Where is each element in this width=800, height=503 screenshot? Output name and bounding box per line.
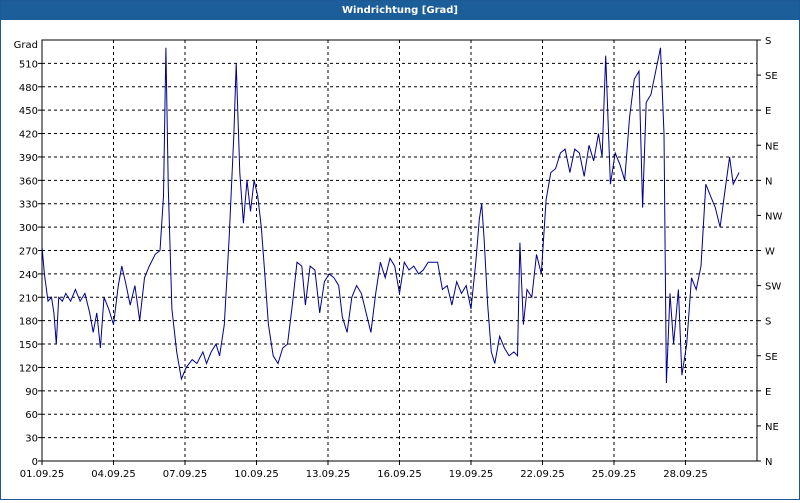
y-tick-label: 30 bbox=[25, 434, 38, 445]
y-tick-label: 300 bbox=[19, 223, 38, 234]
y-tick-label: 180 bbox=[19, 317, 38, 328]
x-tick-label: 19.09.25 bbox=[449, 469, 494, 480]
y-tick-label: 120 bbox=[19, 363, 38, 374]
y-tick-label: 240 bbox=[19, 270, 38, 281]
wind-direction-chart: 0 30 60 90 120 150 180 210 240 270 300 330 360 390 420… bbox=[14, 36, 783, 480]
y-tick-label: 150 bbox=[19, 340, 38, 351]
x-tick-label: 22.09.25 bbox=[520, 469, 565, 480]
x-tick-label: 28.09.25 bbox=[663, 469, 708, 480]
x-tick-label: 10.09.25 bbox=[234, 469, 279, 480]
y-tick-label: 480 bbox=[19, 83, 38, 94]
y-tick-label: 330 bbox=[19, 200, 38, 211]
x-tick-label: 01.09.25 bbox=[20, 469, 65, 480]
y-tick-label: 420 bbox=[19, 130, 38, 141]
right-axis-label: NE bbox=[765, 422, 779, 433]
right-axis-label: SE bbox=[765, 352, 778, 363]
y-tick-label: 90 bbox=[25, 387, 38, 398]
x-tick-label: 07.09.25 bbox=[163, 469, 208, 480]
right-axis-label: S bbox=[765, 36, 771, 47]
y-tick-label: 0 bbox=[32, 457, 38, 468]
y-tick-label: 450 bbox=[19, 106, 38, 117]
chart-title: Windrichtung [Grad] bbox=[1, 1, 799, 20]
right-axis-label: SE bbox=[765, 71, 778, 82]
right-axis-label: E bbox=[765, 106, 771, 117]
chart-window: Windrichtung [Grad] 0 30 60 90 120 150 180 210 2… bbox=[0, 0, 800, 500]
right-axis-label: E bbox=[765, 387, 771, 398]
right-axis-label: W bbox=[765, 247, 775, 258]
y-tick-label: 510 bbox=[19, 59, 38, 70]
x-tick-label: 16.09.25 bbox=[377, 469, 422, 480]
chart-area: 0 30 60 90 120 150 180 210 240 270 300 330 360 390 420… bbox=[1, 20, 799, 499]
y-axis-label: Grad bbox=[14, 40, 38, 51]
y-tick-label: 360 bbox=[19, 176, 38, 187]
y-tick-label: 390 bbox=[19, 153, 38, 164]
y-tick-label: 60 bbox=[25, 410, 38, 421]
right-axis-label: NW bbox=[765, 211, 782, 222]
right-axis-label: N bbox=[765, 457, 772, 468]
x-tick-label: 13.09.25 bbox=[306, 469, 351, 480]
right-axis-label: N bbox=[765, 176, 772, 187]
right-axis-label: NE bbox=[765, 141, 779, 152]
y-tick-label: 270 bbox=[19, 247, 38, 258]
right-axis-label: S bbox=[765, 317, 771, 328]
x-tick-label: 04.09.25 bbox=[91, 469, 136, 480]
y-tick-label: 210 bbox=[19, 293, 38, 304]
right-axis-label: SW bbox=[765, 282, 781, 293]
x-tick-label: 25.09.25 bbox=[592, 469, 637, 480]
